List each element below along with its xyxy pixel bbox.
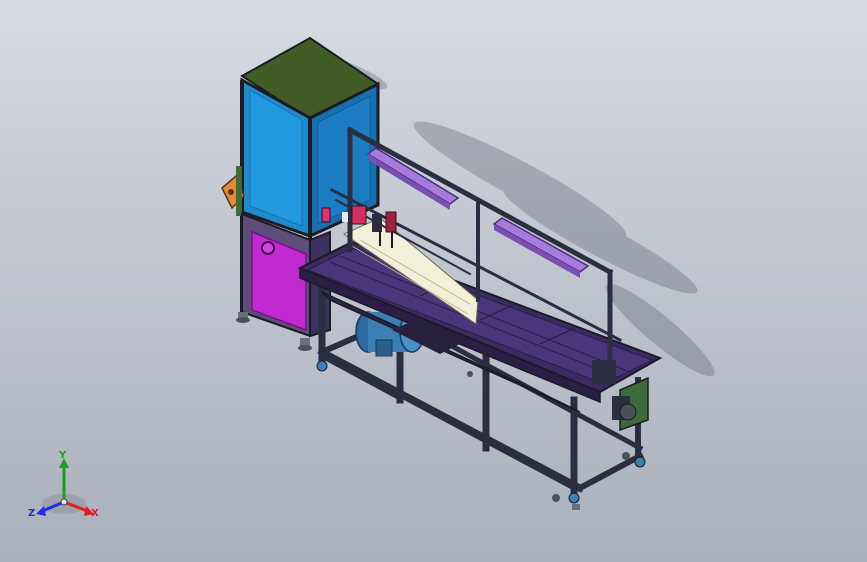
y-axis-label: Y — [58, 450, 67, 461]
z-axis-label: Z — [28, 508, 35, 519]
door-lock — [261, 241, 275, 255]
x-axis-label: X — [91, 508, 99, 519]
side-guard — [221, 166, 245, 216]
axis-triad: Y X Z — [28, 450, 99, 519]
cad-model-view[interactable]: Y X Z — [0, 0, 867, 562]
graphics-viewport[interactable]: Y X Z — [0, 0, 867, 562]
